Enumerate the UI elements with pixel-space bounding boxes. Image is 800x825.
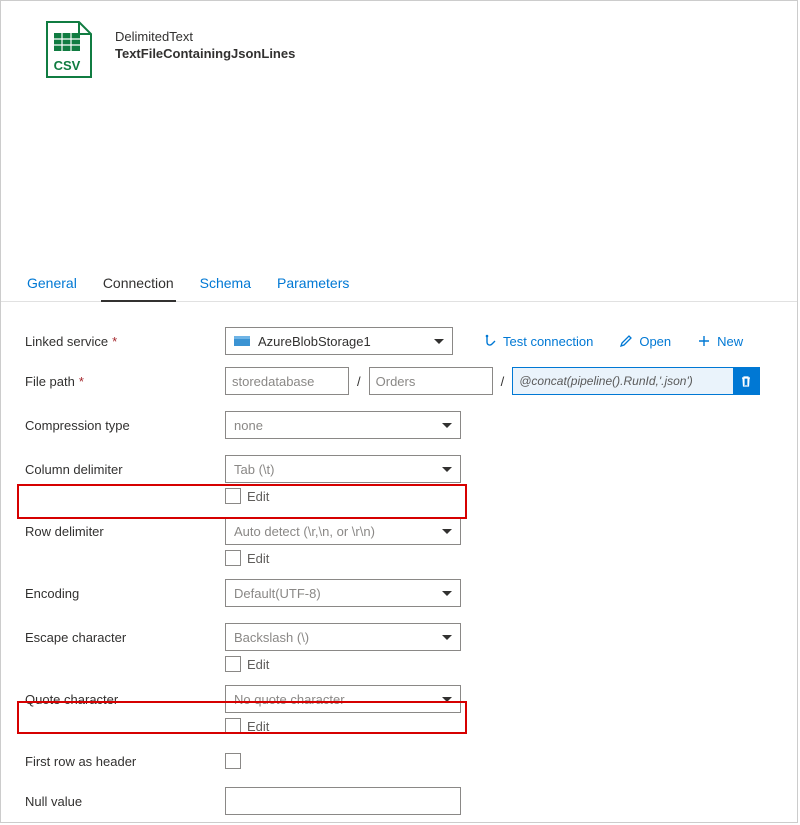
plus-icon bbox=[697, 334, 711, 348]
path-separator: / bbox=[357, 374, 361, 389]
column-delimiter-select[interactable]: Tab (\t) bbox=[225, 455, 461, 483]
linked-service-label: Linked service* bbox=[25, 334, 225, 349]
column-delimiter-label: Column delimiter bbox=[25, 462, 225, 477]
storage-icon bbox=[234, 334, 252, 348]
dataset-name: TextFileContainingJsonLines bbox=[115, 46, 295, 61]
row-delimiter-label: Row delimiter bbox=[25, 524, 225, 539]
path-file-expression[interactable]: @concat(pipeline().RunId,'.json') bbox=[512, 367, 760, 395]
file-path-label: File path* bbox=[25, 374, 225, 389]
encoding-select[interactable]: Default(UTF-8) bbox=[225, 579, 461, 607]
dataset-header: CSV DelimitedText TextFileContainingJson… bbox=[1, 1, 797, 79]
tab-general[interactable]: General bbox=[25, 267, 79, 301]
chevron-down-icon bbox=[442, 591, 452, 596]
first-row-header-checkbox[interactable] bbox=[225, 753, 241, 769]
tab-schema[interactable]: Schema bbox=[198, 267, 253, 301]
chevron-down-icon bbox=[442, 423, 452, 428]
tab-connection[interactable]: Connection bbox=[101, 267, 176, 302]
path-directory-input[interactable]: Orders bbox=[369, 367, 493, 395]
path-container-input[interactable]: storedatabase bbox=[225, 367, 349, 395]
compression-label: Compression type bbox=[25, 418, 225, 433]
column-delimiter-edit-checkbox[interactable] bbox=[225, 488, 241, 504]
encoding-label: Encoding bbox=[25, 586, 225, 601]
linked-service-select[interactable]: AzureBlobStorage1 bbox=[225, 327, 453, 355]
svg-text:CSV: CSV bbox=[54, 58, 81, 73]
escape-edit-checkbox[interactable] bbox=[225, 656, 241, 672]
test-icon bbox=[483, 334, 497, 348]
chevron-down-icon bbox=[442, 697, 452, 702]
row-delimiter-edit-checkbox[interactable] bbox=[225, 550, 241, 566]
chevron-down-icon bbox=[442, 467, 452, 472]
quote-label: Quote character bbox=[25, 692, 225, 707]
quote-edit-checkbox[interactable] bbox=[225, 718, 241, 734]
chevron-down-icon bbox=[434, 339, 444, 344]
edit-label: Edit bbox=[247, 657, 269, 672]
csv-file-icon: CSV bbox=[43, 21, 93, 79]
tab-parameters[interactable]: Parameters bbox=[275, 267, 351, 301]
open-button[interactable]: Open bbox=[619, 334, 671, 349]
tab-bar: General Connection Schema Parameters bbox=[1, 267, 797, 302]
path-separator: / bbox=[501, 374, 505, 389]
quote-select[interactable]: No quote character bbox=[225, 685, 461, 713]
edit-label: Edit bbox=[247, 551, 269, 566]
edit-label: Edit bbox=[247, 719, 269, 734]
dataset-type: DelimitedText bbox=[115, 29, 295, 44]
delete-icon[interactable] bbox=[733, 368, 759, 394]
null-value-input[interactable] bbox=[225, 787, 461, 815]
chevron-down-icon bbox=[442, 529, 452, 534]
escape-select[interactable]: Backslash (\) bbox=[225, 623, 461, 651]
edit-label: Edit bbox=[247, 489, 269, 504]
test-connection-button[interactable]: Test connection bbox=[483, 334, 593, 349]
escape-label: Escape character bbox=[25, 630, 225, 645]
new-button[interactable]: New bbox=[697, 334, 743, 349]
row-delimiter-select[interactable]: Auto detect (\r,\n, or \r\n) bbox=[225, 517, 461, 545]
firstrow-label: First row as header bbox=[25, 754, 225, 769]
null-label: Null value bbox=[25, 794, 225, 809]
compression-select[interactable]: none bbox=[225, 411, 461, 439]
chevron-down-icon bbox=[442, 635, 452, 640]
pencil-icon bbox=[619, 334, 633, 348]
